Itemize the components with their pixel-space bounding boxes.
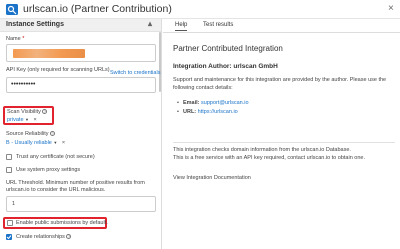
divider — [173, 142, 395, 143]
tab-test-results[interactable]: Test results — [203, 22, 233, 28]
trust-certificate-label: Trust any certificate (not secure) — [16, 154, 95, 160]
public-submissions-label: Enable public submissions by default. — [16, 220, 108, 226]
create-relationships-checkbox[interactable] — [6, 234, 12, 240]
help-icon: ? — [42, 109, 48, 115]
description-line-2: This is a free service with an API key r… — [173, 155, 365, 161]
switch-to-credentials-link[interactable]: Switch to credentials — [110, 70, 160, 76]
support-text-line-1: Support and maintenance for this integra… — [173, 77, 387, 83]
url-item: URL: https://urlscan.io — [177, 109, 238, 115]
source-reliability-label: Source Reliability ? — [6, 131, 56, 137]
trust-certificate-checkbox[interactable] — [6, 154, 12, 160]
chevron-down-icon: ▼ — [53, 140, 58, 145]
threshold-value: 1 — [12, 201, 16, 207]
section-header[interactable]: Instance Settings ▴ — [0, 19, 161, 32]
name-input[interactable] — [6, 44, 156, 62]
threshold-input[interactable]: 1 — [6, 196, 156, 212]
email-item: Email: support@urlscan.io — [177, 100, 248, 106]
integration-author: Integration Author: urlscan GmbH — [173, 63, 278, 70]
description-line-1: This integration checks domain informati… — [173, 147, 351, 153]
chevron-down-icon: ▼ — [25, 117, 30, 122]
scan-visibility-label: Scan Visibility ? — [7, 109, 48, 115]
clear-icon: × — [61, 140, 66, 146]
integration-heading: Partner Contributed Integration — [173, 44, 283, 53]
instance-settings-panel: Instance Settings ▴ Name * API Key (only… — [0, 19, 162, 249]
clear-icon: × — [33, 117, 37, 123]
source-reliability-select[interactable]: B - Usually reliable ▼ × — [6, 140, 65, 146]
tab-bar: Help Test results — [163, 19, 400, 33]
scan-visibility-select[interactable]: private ▼ × — [7, 117, 37, 123]
checkmark-icon — [6, 235, 12, 240]
tab-help[interactable]: Help — [175, 22, 188, 31]
section-title: Instance Settings — [6, 21, 64, 28]
proxy-label: Use system proxy settings — [16, 167, 81, 173]
help-panel: Help Test results Partner Contributed In… — [163, 19, 400, 249]
email-link[interactable]: support@urlscan.io — [201, 100, 248, 106]
name-label: Name * — [6, 36, 25, 42]
help-icon: ? — [66, 234, 72, 240]
help-icon: ? — [50, 131, 56, 137]
redacted-value — [13, 49, 85, 58]
close-icon[interactable]: × — [388, 3, 394, 14]
create-relationships-label: Create relationships ? — [16, 234, 72, 240]
public-submissions-checkbox[interactable] — [7, 220, 13, 226]
api-key-label: API Key (only required for scanning URLs… — [6, 67, 110, 73]
scrollbar[interactable] — [159, 32, 161, 92]
support-text-line-2: following contact details: — [173, 85, 233, 91]
api-key-value: •••••••••• — [11, 81, 36, 88]
proxy-checkbox[interactable] — [6, 167, 12, 173]
title-bar: urlscan.io (Partner Contribution) × — [0, 0, 400, 19]
window-title: urlscan.io (Partner Contribution) — [23, 3, 172, 15]
api-key-input[interactable]: •••••••••• — [6, 77, 156, 93]
collapse-icon[interactable]: ▴ — [148, 19, 152, 28]
url-link[interactable]: https://urlscan.io — [198, 109, 238, 115]
urlscan-logo-icon — [6, 4, 18, 15]
threshold-label-line-1: URL Threshold. Minimum number of positiv… — [6, 180, 145, 186]
threshold-label-line-2: urlscan.io to consider the URL malicious… — [6, 187, 106, 193]
view-documentation-link[interactable]: View Integration Documentation — [173, 175, 251, 181]
